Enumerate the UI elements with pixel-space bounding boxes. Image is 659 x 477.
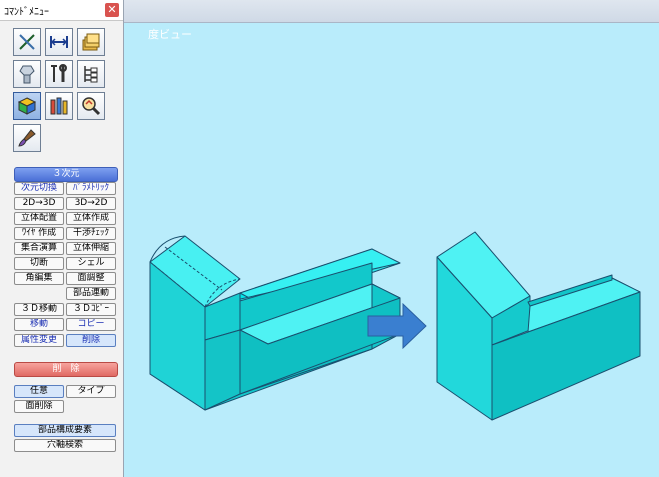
tree-structure-icon[interactable] [77, 60, 105, 88]
section-delete[interactable]: 削 除 [14, 362, 118, 377]
solid-before-fillet[interactable] [149, 235, 401, 411]
part-bolt-icon[interactable] [13, 60, 41, 88]
move-button[interactable]: 移動 [14, 318, 64, 331]
layer-folder-icon[interactable] [77, 28, 105, 56]
boolean-button[interactable]: 集合演算 [14, 242, 64, 255]
move-3d-button[interactable]: ３Ｄ移動 [14, 303, 64, 316]
tools-icon[interactable] [45, 60, 73, 88]
command-menu-panel: ｺﾏﾝﾄﾞﾒﾆｭｰ ✕ ３次元 次元切換 ﾊﾟﾗﾒﾄﾘｯｸ 2D→3D 3D→2… [0, 0, 124, 477]
3d-to-2d-button[interactable]: 3D→2D [66, 197, 116, 210]
parametric-button[interactable]: ﾊﾟﾗﾒﾄﾘｯｸ [66, 182, 116, 195]
solid-place-button[interactable]: 立体配置 [14, 212, 64, 225]
face-delete-button[interactable]: 面削除 [14, 400, 64, 413]
delete-command-button[interactable]: 削除 [66, 334, 116, 347]
section-3d[interactable]: ３次元 [14, 167, 118, 182]
solid-create-button[interactable]: 立体作成 [66, 212, 116, 225]
part-link-button[interactable]: 部品連動 [66, 287, 116, 300]
wire-create-button[interactable]: ﾜｲﾔ 作成 [14, 227, 64, 240]
draw-line-icon[interactable] [13, 28, 41, 56]
copy-button[interactable]: コピー [66, 318, 116, 331]
2d-to-3d-button[interactable]: 2D→3D [14, 197, 64, 210]
solid-after-fillet[interactable] [436, 231, 641, 421]
parts-library-icon[interactable] [45, 92, 73, 120]
edge-edit-button[interactable]: 角編集 [14, 272, 64, 285]
panel-title: ｺﾏﾝﾄﾞﾒﾆｭｰ [4, 7, 49, 18]
type-button[interactable]: タイプ [66, 385, 116, 398]
attribute-change-button[interactable]: 属性変更 [14, 334, 64, 347]
interference-check-button[interactable]: 干渉ﾁｪｯｸ [66, 227, 116, 240]
dim-switch-button[interactable]: 次元切換 [14, 182, 64, 195]
analysis-icon[interactable] [77, 92, 105, 120]
face-adjust-button[interactable]: 面調整 [66, 272, 116, 285]
part-elements-button[interactable]: 部品構成要素 [14, 424, 116, 437]
copy-3d-button[interactable]: ３Ｄｺﾋﾟｰ [66, 303, 116, 316]
panel-header: ｺﾏﾝﾄﾞﾒﾆｭｰ ✕ [0, 0, 123, 21]
solid-stretch-button[interactable]: 立体伸縮 [66, 242, 116, 255]
paint-brush-icon[interactable] [13, 124, 41, 152]
dimension-icon[interactable] [45, 28, 73, 56]
cut-button[interactable]: 切断 [14, 257, 64, 270]
any-button[interactable]: 任意 [14, 385, 64, 398]
shell-button[interactable]: シェル [66, 257, 116, 270]
close-icon[interactable]: ✕ [105, 3, 119, 17]
hole-axis-search-button[interactable]: 穴軸検索 [14, 439, 116, 452]
3d-solid-icon[interactable] [13, 92, 41, 120]
